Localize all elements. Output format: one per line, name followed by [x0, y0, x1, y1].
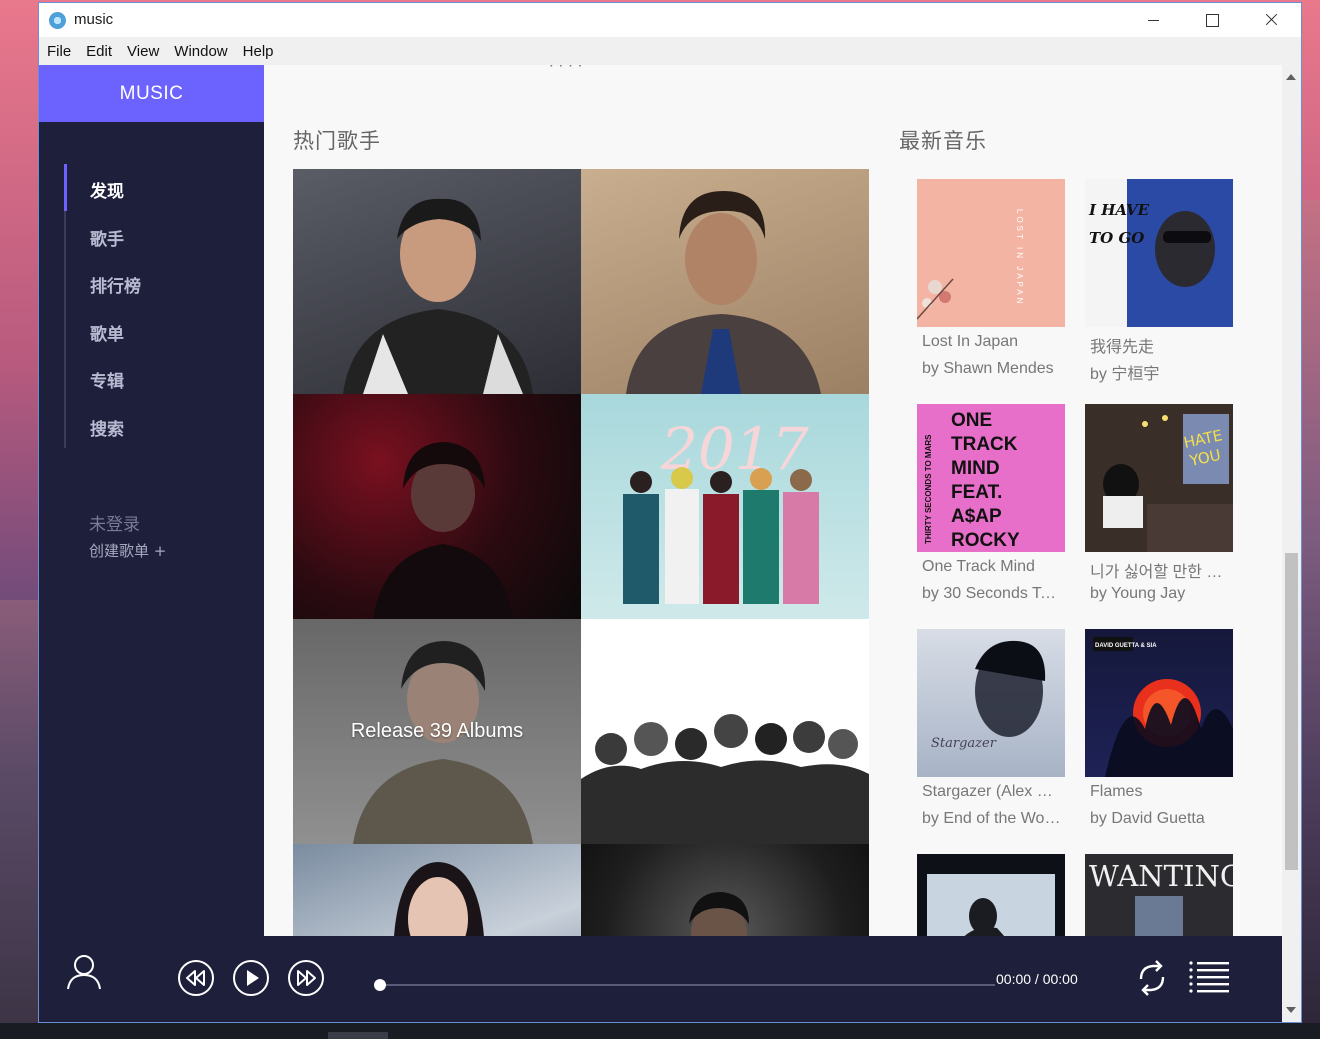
artist-album-count: Release 39 Albums: [350, 720, 524, 742]
artist-photo: [626, 191, 821, 394]
cover-side-text: THIRTY SECONDS TO MARS: [924, 434, 933, 544]
title-bar: music: [39, 3, 1301, 37]
artist-tile[interactable]: [581, 169, 869, 394]
sidebar-item-charts[interactable]: 排行榜: [90, 272, 141, 297]
svg-text:TO GO: TO GO: [1089, 229, 1144, 247]
nav-active-indicator: [64, 164, 67, 211]
artist-photo: 2017: [623, 415, 819, 604]
scroll-down-arrow-icon[interactable]: [1286, 1007, 1296, 1013]
maximize-button[interactable]: [1183, 3, 1241, 37]
sidebar-item-discover[interactable]: 发现: [90, 177, 124, 202]
artist-tile[interactable]: [293, 394, 581, 619]
song-artist[interactable]: by David Guetta: [1090, 810, 1230, 828]
player-bar: 00:00 / 00:00: [39, 936, 1282, 1022]
artist-tile[interactable]: [293, 169, 581, 394]
desktop-background-left: [0, 600, 40, 1039]
play-icon[interactable]: [232, 959, 270, 997]
taskbar: [0, 1023, 1320, 1039]
menu-bar: File Edit View Window Help: [39, 37, 1301, 65]
album-cover[interactable]: ONE TRACK MIND FEAT. A$AP ROCKY THIRTY S…: [917, 404, 1065, 552]
song-title: Flames: [1090, 783, 1143, 800]
section-title-new-music: 最新音乐: [899, 129, 987, 153]
scroll-thumb[interactable]: [1285, 553, 1298, 870]
app-icon: [49, 12, 66, 29]
fast-forward-icon[interactable]: [287, 959, 325, 997]
artist-photo: [581, 714, 869, 844]
album-cover[interactable]: DAVID GUETTA & SIA: [1085, 629, 1233, 777]
cover-text: WANTING: [1089, 859, 1233, 893]
song-artist[interactable]: by End of the World: [922, 810, 1062, 828]
album-cover[interactable]: [917, 854, 1065, 936]
svg-text:I HAVE: I HAVE: [1088, 201, 1150, 219]
song-title: Stargazer (Alex Schulz Remix): [922, 783, 1062, 800]
menu-window[interactable]: Window: [166, 37, 234, 65]
playback-time: 00:00 / 00:00: [996, 971, 1078, 987]
clipped-heading: · · · ·: [549, 65, 583, 75]
album-cover[interactable]: Stargazer: [917, 629, 1065, 777]
song-artist[interactable]: by 宁桓宇: [1090, 360, 1230, 384]
close-button[interactable]: [1242, 3, 1300, 37]
song-title: One Track Mind: [922, 558, 1035, 575]
scroll-up-arrow-icon[interactable]: [1286, 74, 1296, 80]
svg-text:ONE: ONE: [951, 410, 992, 431]
song-title: Lost In Japan: [922, 333, 1019, 350]
song-title: 니가 싫어할 만한 노래: [1090, 564, 1230, 581]
song-artist[interactable]: by 30 Seconds To Mars: [922, 585, 1062, 603]
menu-view[interactable]: View: [119, 37, 166, 65]
svg-text:TRACK: TRACK: [951, 434, 1018, 455]
song-artist[interactable]: by Shawn Mendes: [922, 360, 1062, 378]
artist-tile[interactable]: [581, 619, 869, 844]
artist-grid: 2017 Release 39 Albums: [293, 169, 870, 936]
artist-photo: [394, 862, 484, 936]
artist-tile[interactable]: Release 39 Albums: [293, 619, 581, 844]
song-title: 我得先走: [1090, 339, 1155, 356]
window-title: music: [74, 11, 114, 28]
cover-text: LOST IN JAPAN: [1015, 209, 1024, 306]
album-cover[interactable]: HATE YOU: [1085, 404, 1233, 552]
artist-photo: [373, 442, 513, 619]
svg-text:MIND: MIND: [951, 458, 1000, 479]
progress-track[interactable]: [379, 984, 995, 986]
app-window: music File Edit View Window Help MUSIC 发…: [38, 2, 1302, 1023]
song-artist[interactable]: by Young Jay: [1090, 585, 1230, 603]
sidebar: MUSIC 发现 歌手 排行榜 歌单 专辑 搜索 未登录 创建歌单 +: [39, 65, 264, 936]
main-content: · · · · 热门歌手 最新音乐 2017 Release 39 Albums…: [264, 65, 1282, 936]
artist-photo: [689, 892, 749, 936]
cover-text: DAVID GUETTA & SIA: [1095, 643, 1157, 649]
menu-file[interactable]: File: [39, 37, 78, 65]
svg-text:A$AP: A$AP: [951, 506, 1002, 527]
sidebar-item-artists[interactable]: 歌手: [90, 225, 124, 250]
artist-hover-overlay: Release 39 Albums: [293, 619, 581, 844]
artist-tile[interactable]: [293, 844, 581, 936]
section-title-hot-artists: 热门歌手: [293, 129, 381, 153]
minimize-button[interactable]: [1125, 3, 1183, 37]
album-cover[interactable]: WANTING: [1085, 854, 1233, 936]
user-icon[interactable]: [65, 953, 103, 991]
menu-edit[interactable]: Edit: [78, 37, 119, 65]
progress-knob[interactable]: [374, 979, 386, 991]
vertical-scrollbar[interactable]: [1282, 65, 1301, 1022]
cover-text: Stargazer: [931, 736, 997, 751]
rewind-icon[interactable]: [177, 959, 215, 997]
album-cover[interactable]: LOST IN JAPAN: [917, 179, 1065, 327]
artist-tile[interactable]: [581, 844, 869, 936]
playlist-icon[interactable]: [1188, 959, 1232, 997]
menu-help[interactable]: Help: [235, 37, 281, 65]
brand-logo[interactable]: MUSIC: [39, 65, 264, 122]
album-cover[interactable]: I HAVE TO GO: [1085, 179, 1233, 327]
sidebar-item-albums[interactable]: 专辑: [90, 367, 124, 392]
taskbar-item[interactable]: [328, 1032, 388, 1039]
login-status[interactable]: 未登录: [89, 510, 140, 535]
svg-text:FEAT.: FEAT.: [951, 482, 1002, 503]
create-playlist-button[interactable]: 创建歌单 +: [89, 540, 166, 561]
loop-icon[interactable]: [1135, 959, 1169, 997]
sidebar-item-search[interactable]: 搜索: [90, 415, 124, 440]
svg-text:ROCKY: ROCKY: [951, 530, 1020, 551]
artist-tile[interactable]: 2017: [581, 394, 869, 619]
sidebar-item-playlists[interactable]: 歌单: [90, 320, 124, 345]
artist-photo: [343, 198, 533, 394]
